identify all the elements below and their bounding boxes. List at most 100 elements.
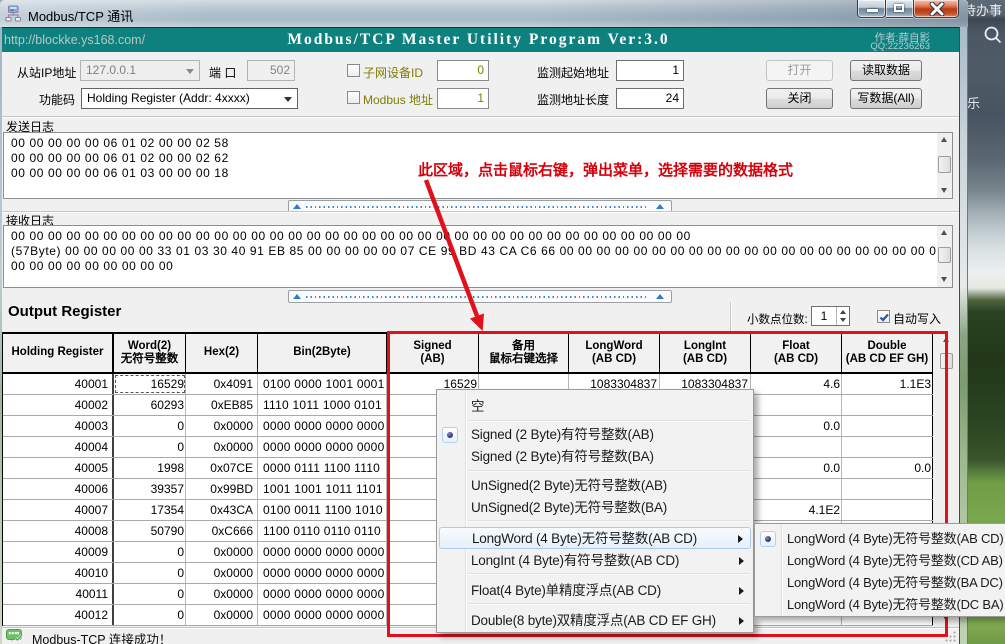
table-cell[interactable]: 40010 bbox=[3, 563, 114, 583]
subnet-input[interactable]: 0 bbox=[437, 60, 489, 81]
menu-item[interactable]: LongInt (4 Byte)有符号整数(AB CD) bbox=[439, 550, 751, 572]
send-log-line[interactable]: 00 00 00 00 00 06 01 03 00 00 00 18 bbox=[11, 166, 229, 181]
column-header[interactable]: Holding Register bbox=[3, 334, 114, 372]
table-cell[interactable]: 0x0000 bbox=[186, 416, 258, 436]
table-cell[interactable]: 0 bbox=[114, 416, 186, 436]
table-cell[interactable]: 0x0000 bbox=[186, 563, 258, 583]
menu-item[interactable]: Float(4 Byte)单精度浮点(AB CD) bbox=[439, 580, 751, 602]
search-icon[interactable] bbox=[983, 25, 1003, 45]
subnet-checkbox[interactable] bbox=[347, 64, 360, 77]
table-cell[interactable]: 0x0000 bbox=[186, 584, 258, 604]
table-cell[interactable]: 0000 0000 0000 0000 bbox=[258, 437, 387, 457]
table-cell[interactable]: 0000 0000 0000 0000 bbox=[258, 416, 387, 436]
scroll-down-button[interactable] bbox=[937, 273, 952, 287]
write-data-button[interactable]: 写数据(All) bbox=[850, 88, 922, 109]
submenu-item[interactable]: LongWord (4 Byte)无符号整数(DC BA) bbox=[757, 594, 1003, 616]
menu-item[interactable]: Double(8 byte)双精度浮点(AB CD EF GH) bbox=[439, 610, 751, 632]
minimize-button[interactable] bbox=[857, 0, 886, 18]
start-addr-input[interactable]: 1 bbox=[616, 60, 684, 81]
submenu-item[interactable]: LongWord (4 Byte)无符号整数(CD AB) bbox=[757, 550, 1003, 572]
table-cell[interactable]: 0000 0000 0000 0000 bbox=[258, 605, 387, 625]
spinner-down-icon[interactable] bbox=[840, 318, 846, 322]
port-input[interactable]: 502 bbox=[247, 60, 295, 81]
table-cell[interactable]: 60293 bbox=[114, 395, 186, 415]
table-cell[interactable]: 0 bbox=[114, 584, 186, 604]
hscroll-left-arrow[interactable] bbox=[293, 204, 301, 209]
hscroll-right-arrow[interactable] bbox=[656, 294, 664, 299]
table-cell[interactable]: 40002 bbox=[3, 395, 114, 415]
table-cell[interactable]: 0000 0111 1100 1110 bbox=[258, 458, 387, 478]
table-cell[interactable]: 0x07CE bbox=[186, 458, 258, 478]
read-data-button[interactable]: 读取数据 bbox=[850, 60, 922, 81]
maximize-button[interactable] bbox=[886, 0, 913, 18]
autowrite-checkbox[interactable] bbox=[877, 310, 890, 323]
submenu-item[interactable]: LongWord (4 Byte)无符号整数(AB CD) bbox=[757, 528, 1003, 550]
table-cell[interactable]: 0000 0000 0000 0000 bbox=[258, 542, 387, 562]
recv-log-scrollbar[interactable] bbox=[937, 226, 952, 287]
open-button[interactable]: 打开 bbox=[766, 60, 833, 81]
table-cell[interactable]: 1100 0110 0110 0110 bbox=[258, 521, 387, 541]
column-header[interactable]: Word(2)无符号整数 bbox=[114, 334, 186, 372]
table-cell[interactable]: 40009 bbox=[3, 542, 114, 562]
table-cell[interactable]: 0x4091 bbox=[186, 374, 258, 394]
spinner-up-icon[interactable] bbox=[840, 310, 846, 314]
spinner-arrows[interactable] bbox=[836, 307, 849, 325]
funccode-combobox[interactable]: Holding Register (Addr: 4xxxx) bbox=[81, 88, 298, 109]
table-cell[interactable]: 40001 bbox=[3, 374, 114, 394]
table-cell[interactable]: 0x0000 bbox=[186, 437, 258, 457]
table-cell[interactable]: 0 bbox=[114, 437, 186, 457]
table-cell[interactable]: 0000 0000 0000 0000 bbox=[258, 584, 387, 604]
table-cell[interactable]: 50790 bbox=[114, 521, 186, 541]
table-cell[interactable]: 40004 bbox=[3, 437, 114, 457]
table-cell[interactable]: 1110 1011 1000 0101 bbox=[258, 395, 387, 415]
table-cell[interactable]: 0100 0000 1001 0001 bbox=[258, 374, 387, 394]
table-cell[interactable]: 40012 bbox=[3, 605, 114, 625]
dropdown-arrow-icon[interactable] bbox=[284, 97, 292, 102]
modbus-addr-checkbox[interactable] bbox=[347, 91, 360, 104]
table-cell[interactable]: 0x99BD bbox=[186, 479, 258, 499]
column-header[interactable]: Bin(2Byte) bbox=[258, 334, 387, 372]
table-cell[interactable]: 0000 0000 0000 0000 bbox=[258, 563, 387, 583]
close-button[interactable] bbox=[913, 0, 959, 18]
table-cell[interactable]: 0100 0011 1100 1010 bbox=[258, 500, 387, 520]
menu-item[interactable]: LongWord (4 Byte)无符号整数(AB CD) bbox=[439, 527, 751, 549]
table-cell[interactable]: 40003 bbox=[3, 416, 114, 436]
table-cell[interactable]: 40011 bbox=[3, 584, 114, 604]
table-cell[interactable]: 1001 1001 1011 1101 bbox=[258, 479, 387, 499]
table-cell[interactable]: 0xEB85 bbox=[186, 395, 258, 415]
table-cell[interactable]: 0 bbox=[114, 563, 186, 583]
table-cell[interactable]: 0x0000 bbox=[186, 542, 258, 562]
send-log-line[interactable]: 00 00 00 00 00 06 01 02 00 00 02 58 bbox=[11, 136, 229, 151]
send-log-line[interactable]: 00 00 00 00 00 06 01 02 00 00 02 62 bbox=[11, 151, 229, 166]
scroll-up-button[interactable] bbox=[937, 226, 952, 240]
menu-item[interactable]: UnSigned(2 Byte)无符号整数(AB) bbox=[439, 475, 751, 497]
menu-item[interactable]: 空 bbox=[439, 396, 751, 418]
column-header[interactable]: Hex(2) bbox=[186, 334, 258, 372]
table-cell[interactable]: 40006 bbox=[3, 479, 114, 499]
table-cell[interactable]: 39357 bbox=[114, 479, 186, 499]
scroll-thumb[interactable] bbox=[938, 156, 951, 173]
menu-item[interactable]: Signed (2 Byte)有符号整数(BA) bbox=[439, 446, 751, 468]
decimal-places-spinner[interactable]: 1 bbox=[811, 306, 850, 326]
scroll-down-button[interactable] bbox=[937, 184, 952, 198]
table-cell[interactable]: 1998 bbox=[114, 458, 186, 478]
table-cell[interactable]: 16529 bbox=[114, 374, 186, 394]
table-cell[interactable]: 40008 bbox=[3, 521, 114, 541]
table-cell[interactable]: 0x43CA bbox=[186, 500, 258, 520]
table-cell[interactable]: 0 bbox=[114, 542, 186, 562]
scroll-thumb[interactable] bbox=[938, 247, 951, 263]
length-input[interactable]: 24 bbox=[616, 88, 684, 109]
title-bar[interactable] bbox=[0, 0, 968, 27]
hscroll-right-arrow[interactable] bbox=[656, 204, 664, 209]
send-log-scrollbar[interactable] bbox=[937, 133, 952, 198]
table-cell[interactable]: 0x0000 bbox=[186, 605, 258, 625]
table-cell[interactable]: 17354 bbox=[114, 500, 186, 520]
close-conn-button[interactable]: 关闭 bbox=[766, 88, 833, 109]
scroll-up-button[interactable] bbox=[937, 133, 952, 147]
menu-item[interactable]: UnSigned(2 Byte)无符号整数(BA) bbox=[439, 497, 751, 519]
table-cell[interactable]: 40007 bbox=[3, 500, 114, 520]
table-cell[interactable]: 0 bbox=[114, 605, 186, 625]
menu-item[interactable]: Signed (2 Byte)有符号整数(AB) bbox=[439, 424, 751, 446]
ip-combobox[interactable]: 127.0.0.1 bbox=[80, 60, 200, 81]
submenu-item[interactable]: LongWord (4 Byte)无符号整数(BA DC) bbox=[757, 572, 1003, 594]
